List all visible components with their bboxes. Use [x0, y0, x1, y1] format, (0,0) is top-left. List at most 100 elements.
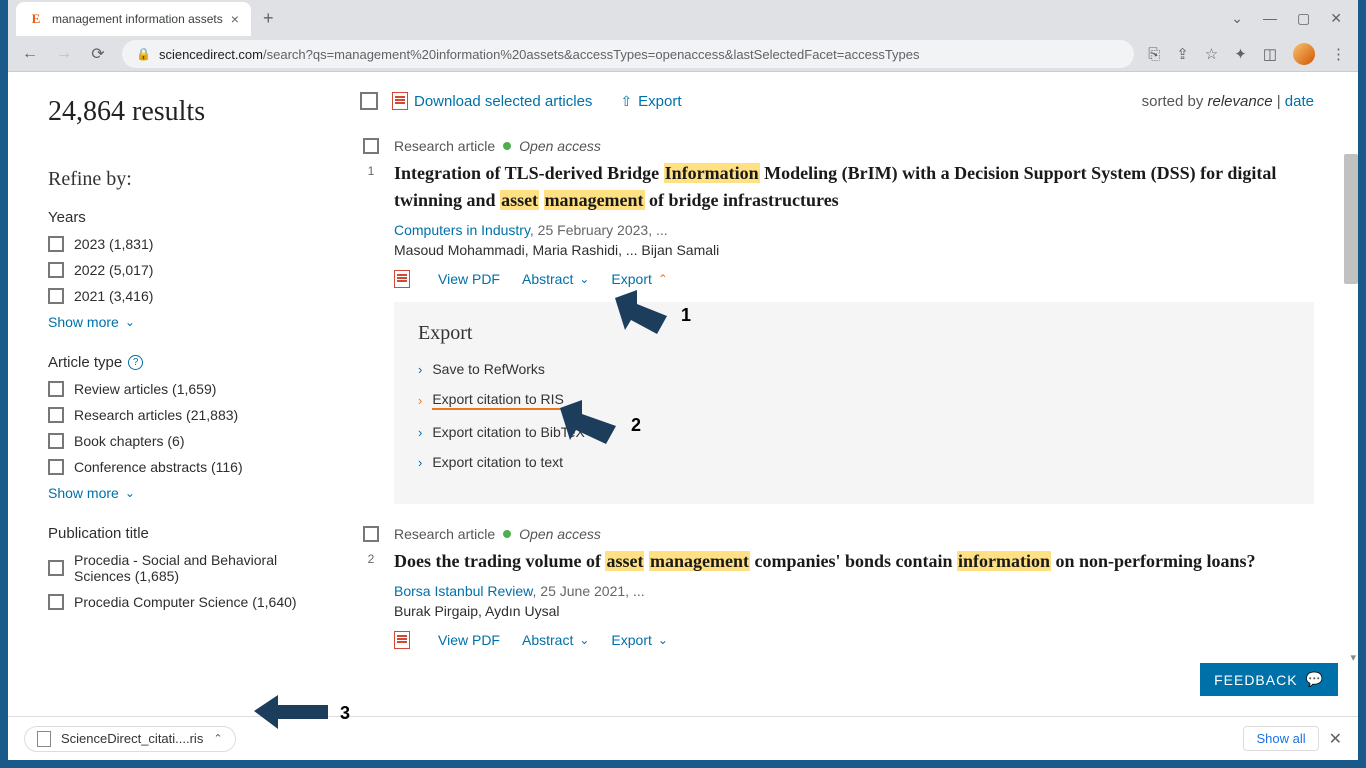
export-text[interactable]: ›Export citation to text [418, 454, 1290, 470]
facet-procedia-cs[interactable]: Procedia Computer Science (1,640) [48, 594, 328, 610]
result-title[interactable]: Integration of TLS-derived Bridge Inform… [394, 160, 1314, 214]
facet-procedia-social[interactable]: Procedia - Social and Behavioral Science… [48, 552, 328, 584]
file-icon [37, 731, 51, 747]
result-number: 2 [368, 552, 375, 566]
star-icon[interactable]: ☆ [1205, 45, 1218, 63]
help-icon[interactable]: ? [128, 355, 143, 370]
translate-icon[interactable]: ⎘ [1148, 46, 1160, 63]
result-checkbox[interactable] [363, 138, 379, 154]
url-text: sciencedirect.com/search?qs=management%2… [159, 47, 920, 62]
view-pdf-link[interactable]: View PDF [438, 271, 500, 287]
facet-review-articles[interactable]: Review articles (1,659) [48, 381, 328, 397]
view-pdf-link[interactable]: View PDF [438, 632, 500, 648]
journal-link[interactable]: Borsa Istanbul Review [394, 583, 533, 599]
close-icon[interactable]: × [231, 11, 239, 27]
back-button[interactable]: ← [20, 45, 40, 63]
result-2: 2 Research article Open access Does the … [360, 526, 1314, 649]
result-authors: Masoud Mohammadi, Maria Rashidi, ... Bij… [394, 242, 1314, 258]
maximize-icon[interactable]: ▢ [1297, 10, 1310, 27]
address-bar: ← → ⟳ 🔒 sciencedirect.com/search?qs=mana… [8, 36, 1358, 72]
forward-button[interactable]: → [54, 45, 74, 63]
sidebar: 24,864 results Refine by: Years 2023 (1,… [8, 72, 348, 716]
share-icon[interactable]: ⇪ [1176, 45, 1189, 63]
download-selected-link[interactable]: Download selected articles [414, 93, 592, 110]
reload-button[interactable]: ⟳ [88, 44, 108, 64]
chevron-down-icon: ⌄ [125, 486, 135, 500]
facet-research-articles[interactable]: Research articles (21,883) [48, 407, 328, 423]
browser-tab[interactable]: E management information assets × [16, 2, 251, 36]
pdf-icon [394, 631, 410, 649]
results-count: 24,864 results [48, 96, 328, 128]
show-more-years[interactable]: Show more⌄ [48, 314, 328, 330]
chevron-down-icon[interactable]: ⌄ [1231, 10, 1243, 27]
result-type: Research article Open access [394, 526, 1314, 542]
facet-conference-abstracts[interactable]: Conference abstracts (116) [48, 459, 328, 475]
chevron-down-icon: ⌄ [579, 633, 589, 647]
export-all-link[interactable]: ⇧Export [620, 93, 681, 110]
scrollbar-down-icon[interactable]: ▾ [1350, 651, 1356, 664]
facet-book-chapters[interactable]: Book chapters (6) [48, 433, 328, 449]
show-more-article-type[interactable]: Show more⌄ [48, 485, 328, 501]
new-tab-button[interactable]: + [251, 8, 286, 29]
open-access-icon [503, 142, 511, 150]
facet-year-2021[interactable]: 2021 (3,416) [48, 288, 328, 304]
result-type: Research article Open access [394, 138, 1314, 154]
url-input[interactable]: 🔒 sciencedirect.com/search?qs=management… [122, 40, 1134, 68]
abstract-toggle[interactable]: Abstract⌄ [522, 632, 589, 648]
facet-year-2023[interactable]: 2023 (1,831) [48, 236, 328, 252]
checkbox-icon[interactable] [48, 560, 64, 576]
result-checkbox[interactable] [363, 526, 379, 542]
export-panel: Export ›Save to RefWorks ›Export citatio… [394, 302, 1314, 504]
checkbox-icon[interactable] [48, 262, 64, 278]
extensions-icon[interactable]: ✦ [1234, 45, 1247, 63]
minimize-icon[interactable]: — [1263, 10, 1277, 27]
checkbox-icon[interactable] [48, 433, 64, 449]
chrome-toolbar-icons: ⎘ ⇪ ☆ ✦ ◫ ⋮ [1148, 43, 1346, 65]
close-window-icon[interactable]: ✕ [1330, 10, 1342, 27]
journal-link[interactable]: Computers in Industry [394, 222, 530, 238]
feedback-button[interactable]: FEEDBACK 💬 [1200, 663, 1338, 696]
checkbox-icon[interactable] [48, 236, 64, 252]
refine-heading: Refine by: [48, 168, 328, 191]
chevron-up-icon[interactable]: ⌃ [213, 732, 222, 745]
abstract-toggle[interactable]: Abstract⌄ [522, 271, 589, 287]
facet-years-title: Years [48, 209, 328, 226]
export-panel-title: Export [418, 322, 1290, 345]
result-title[interactable]: Does the trading volume of asset managem… [394, 548, 1314, 575]
tab-title: management information assets [52, 12, 223, 26]
pdf-icon [394, 270, 410, 288]
select-all-checkbox[interactable] [360, 92, 378, 110]
menu-icon[interactable]: ⋮ [1331, 45, 1346, 63]
tab-bar: E management information assets × + ⌄ — … [8, 0, 1358, 36]
export-refworks[interactable]: ›Save to RefWorks [418, 361, 1290, 377]
chevron-right-icon: › [418, 393, 422, 408]
lock-icon: 🔒 [136, 47, 151, 61]
checkbox-icon[interactable] [48, 407, 64, 423]
download-bar: ScienceDirect_citati....ris ⌃ Show all ✕ [8, 716, 1358, 760]
checkbox-icon[interactable] [48, 594, 64, 610]
checkbox-icon[interactable] [48, 288, 64, 304]
export-ris[interactable]: ›Export citation to RIS [418, 391, 1290, 410]
avatar[interactable] [1293, 43, 1315, 65]
facet-pubtitle-title: Publication title [48, 525, 328, 542]
facet-year-2022[interactable]: 2022 (5,017) [48, 262, 328, 278]
result-number: 1 [368, 164, 375, 178]
close-icon[interactable]: ✕ [1329, 729, 1342, 749]
chevron-right-icon: › [418, 425, 422, 440]
chevron-up-icon: ⌃ [658, 272, 668, 286]
checkbox-icon[interactable] [48, 381, 64, 397]
result-authors: Burak Pirgaip, Aydın Uysal [394, 603, 1314, 619]
chevron-right-icon: › [418, 455, 422, 470]
export-bibtex[interactable]: ›Export citation to BibTeX [418, 424, 1290, 440]
download-filename: ScienceDirect_citati....ris [61, 731, 203, 746]
show-all-downloads[interactable]: Show all [1243, 726, 1318, 751]
sort-control[interactable]: sorted by relevance | date [1142, 93, 1314, 110]
sidepanel-icon[interactable]: ◫ [1263, 45, 1277, 63]
download-item[interactable]: ScienceDirect_citati....ris ⌃ [24, 726, 236, 752]
export-toggle[interactable]: Export⌄ [611, 632, 668, 648]
window-controls: ⌄ — ▢ ✕ [1231, 10, 1358, 27]
export-toggle[interactable]: Export⌃ [611, 271, 668, 287]
checkbox-icon[interactable] [48, 459, 64, 475]
page-content: 24,864 results Refine by: Years 2023 (1,… [8, 72, 1358, 716]
main-column: Download selected articles ⇧Export sorte… [348, 72, 1358, 716]
